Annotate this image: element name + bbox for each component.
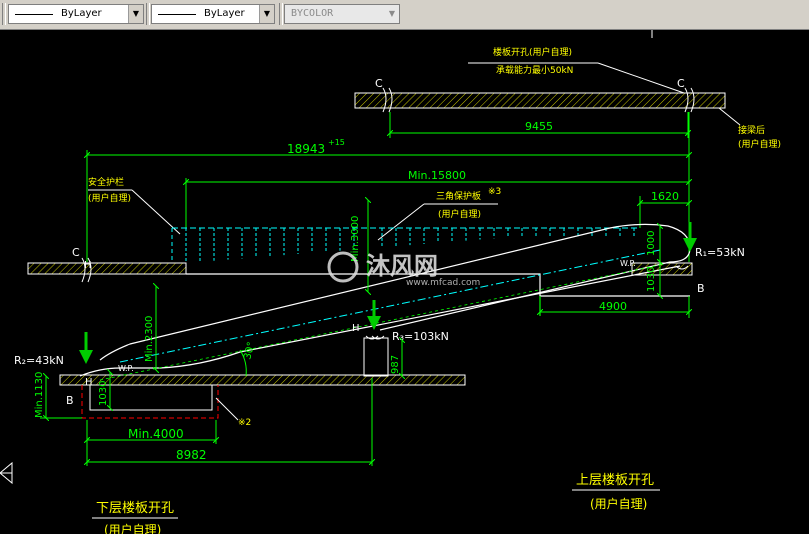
triangle-guard-line1: 三角保护板 xyxy=(436,190,481,202)
toolbar-separator xyxy=(146,3,150,25)
section-b-label: B xyxy=(697,282,705,295)
chevron-down-icon: ▼ xyxy=(385,5,399,23)
section-b-label: B xyxy=(66,394,74,407)
safety-guard-line2: (用户自理) xyxy=(88,192,131,204)
top-note-line1: 楼板开孔(用户自理) xyxy=(493,46,572,58)
section-c-label: C xyxy=(72,246,80,259)
drawing-canvas[interactable]: C C 楼板开孔(用户自理) 承载能力最小50kN 9455 接梁后 (用户自理… xyxy=(0,29,809,534)
plotstyle-value: BYCOLOR xyxy=(291,8,334,19)
lower-slab xyxy=(59,374,466,386)
note-leader xyxy=(377,203,425,241)
middle-support xyxy=(363,337,389,377)
section-c-label: C xyxy=(375,77,383,90)
note-leader xyxy=(597,62,685,94)
note-leader xyxy=(131,189,181,235)
linetype-swatch xyxy=(15,14,53,15)
structural-note-line2: (用户自理) xyxy=(738,138,781,150)
dim-min1130-text: Min.1130 xyxy=(34,372,45,418)
dim-min4000-text: Min.4000 xyxy=(128,427,184,441)
pit-note: ※2 xyxy=(238,418,251,428)
dim-1030-lower-text: 1030 xyxy=(98,381,109,406)
watermark-text: 沐风网 xyxy=(366,252,438,280)
chevron-down-icon[interactable]: ▼ xyxy=(128,5,143,23)
wp-label-lower: W.P. xyxy=(118,364,134,373)
properties-toolbar: ByLayer ▼ ByLayer ▼ BYCOLOR ▼ xyxy=(0,0,809,30)
plotstyle-dropdown: BYCOLOR ▼ xyxy=(284,4,400,24)
dim-1620-text: 1620 xyxy=(651,190,679,203)
angle-30-text: 30° xyxy=(242,341,257,361)
dim-1000-text: 1000 xyxy=(646,231,657,256)
dim-9455-text: 9455 xyxy=(525,120,553,133)
dim-987-text: 987 xyxy=(390,355,401,374)
note-leader xyxy=(215,397,239,421)
toolbar-separator xyxy=(279,3,283,25)
lineweight-swatch xyxy=(158,14,196,15)
middle-slab xyxy=(27,262,187,275)
point-h-label: H xyxy=(84,260,92,271)
structural-note-line1: 接梁后 xyxy=(738,124,765,136)
dim-18943-tolerance: +15 xyxy=(328,138,345,147)
lineweight-value: ByLayer xyxy=(204,8,245,19)
linetype-dropdown[interactable]: ByLayer ▼ xyxy=(8,4,144,24)
lower-opening-subtitle: (用户自理) xyxy=(104,522,161,534)
top-note-line2: 承载能力最小50kN xyxy=(496,64,573,76)
dim-8982-text: 8982 xyxy=(176,448,207,462)
linetype-value: ByLayer xyxy=(61,8,102,19)
upper-opening-title: 上层楼板开孔 xyxy=(576,473,654,488)
dim-min2300-text: Min.2300 xyxy=(144,316,155,362)
chevron-down-icon[interactable]: ▼ xyxy=(259,5,274,23)
reaction-r3-text: R₃=103kN xyxy=(392,330,449,343)
dim-8982 xyxy=(87,378,372,466)
handrail-line xyxy=(99,264,661,381)
dim-4900-text: 4900 xyxy=(599,300,627,313)
dim-1030-upper-text: 1030 xyxy=(646,267,657,292)
safety-guard-line1: 安全护栏 xyxy=(88,176,124,188)
dim-18943-text: 18943 xyxy=(287,142,325,156)
point-h-label: H xyxy=(352,323,360,334)
triangle-guard-line2: (用户自理) xyxy=(438,208,481,220)
dim-18943 xyxy=(87,112,689,262)
lower-opening-title: 下层楼板开孔 xyxy=(96,501,174,516)
reaction-r2-text: R₂=43kN xyxy=(14,354,64,367)
lineweight-dropdown[interactable]: ByLayer ▼ xyxy=(151,4,275,24)
triangle-guard-sup: ※3 xyxy=(488,187,501,197)
note-leader xyxy=(718,107,741,126)
wp-label-upper: W.P. xyxy=(620,259,636,268)
upper-opening-subtitle: (用户自理) xyxy=(590,496,647,511)
toolbar-grip xyxy=(2,3,6,25)
reaction-arrow-r3 xyxy=(367,300,381,330)
reaction-arrow-r2 xyxy=(79,332,93,364)
point-h-label: H xyxy=(85,377,93,388)
section-c-label: C xyxy=(677,77,685,90)
watermark-url: www.mfcad.com xyxy=(406,278,480,288)
dim-min15800-text: Min.15800 xyxy=(408,169,466,182)
reaction-r1-text: R₁=53kN xyxy=(695,246,745,259)
watermark-logo: 沐风网 www.mfcad.com xyxy=(327,251,480,288)
